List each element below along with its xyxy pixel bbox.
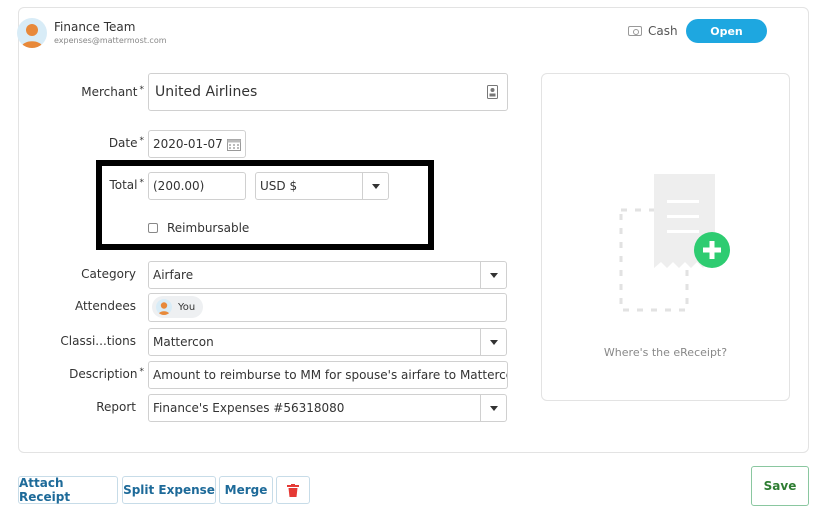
attendee-name: You <box>178 301 196 313</box>
attach-receipt-button[interactable]: Attach Receipt <box>18 476 118 504</box>
total-label-text: Total <box>109 178 138 192</box>
currency-select[interactable]: USD $ <box>255 172 389 200</box>
required-marker: * <box>139 85 145 95</box>
description-label: Description * <box>40 367 144 381</box>
merchant-label-text: Merchant <box>81 85 138 99</box>
merchant-label: Merchant * <box>60 85 144 99</box>
user-avatar-icon <box>17 18 47 48</box>
report-label: Report <box>96 400 136 414</box>
description-input[interactable]: Amount to reimburse to MM for spouse's a… <box>148 361 508 389</box>
submitter-name: Finance Team <box>54 20 136 34</box>
merge-button[interactable]: Merge <box>219 476 273 504</box>
payment-type-label: Cash <box>648 24 678 38</box>
receipt-prompt: Where's the eReceipt? <box>603 346 728 359</box>
chevron-down-icon[interactable] <box>480 329 506 355</box>
total-input[interactable]: (200.00) <box>148 172 246 200</box>
description-label-text: Description <box>69 367 138 381</box>
contact-card-icon[interactable] <box>487 85 498 103</box>
report-value: Finance's Expenses #56318080 <box>153 401 345 415</box>
classifications-label: Classi...tions <box>60 334 136 348</box>
description-value: Amount to reimburse to MM for spouse's a… <box>153 368 508 382</box>
submitter-email: expenses@mattermost.com <box>54 36 167 45</box>
total-label: Total * <box>100 178 144 192</box>
reimbursable-checkbox[interactable] <box>148 223 158 233</box>
delete-button[interactable] <box>276 476 310 504</box>
date-value: 2020-01-07 <box>153 137 223 151</box>
date-input[interactable]: 2020-01-07 <box>148 130 246 158</box>
merchant-input[interactable]: United Airlines <box>148 73 508 111</box>
cash-icon <box>628 26 642 36</box>
reimbursable-label: Reimbursable <box>167 221 250 235</box>
chevron-down-icon[interactable] <box>362 173 388 199</box>
category-label: Category <box>81 267 136 281</box>
attendees-label: Attendees <box>74 299 136 313</box>
date-label: Date * <box>90 136 144 150</box>
required-marker: * <box>139 136 145 146</box>
merchant-value: United Airlines <box>155 84 258 100</box>
calendar-icon[interactable] <box>227 138 241 154</box>
total-value: (200.00) <box>153 179 205 193</box>
category-select[interactable]: Airfare <box>148 261 507 289</box>
status-button[interactable]: Open <box>686 19 767 43</box>
date-label-text: Date <box>108 136 138 150</box>
add-icon[interactable] <box>693 231 731 269</box>
user-avatar-icon <box>156 299 172 315</box>
payment-type: Cash <box>628 24 678 38</box>
required-marker: * <box>139 178 145 188</box>
currency-value: USD $ <box>260 179 298 193</box>
classifications-value: Mattercon <box>153 335 214 349</box>
split-expense-button[interactable]: Split Expense <box>122 476 216 504</box>
attendee-chip[interactable]: You <box>152 296 204 318</box>
save-button[interactable]: Save <box>751 466 809 506</box>
chevron-down-icon[interactable] <box>480 395 506 421</box>
classifications-select[interactable]: Mattercon <box>148 328 507 356</box>
chevron-down-icon[interactable] <box>480 262 506 288</box>
required-marker: * <box>139 367 145 377</box>
report-select[interactable]: Finance's Expenses #56318080 <box>148 394 507 422</box>
trash-icon <box>287 483 299 497</box>
category-value: Airfare <box>153 268 194 282</box>
